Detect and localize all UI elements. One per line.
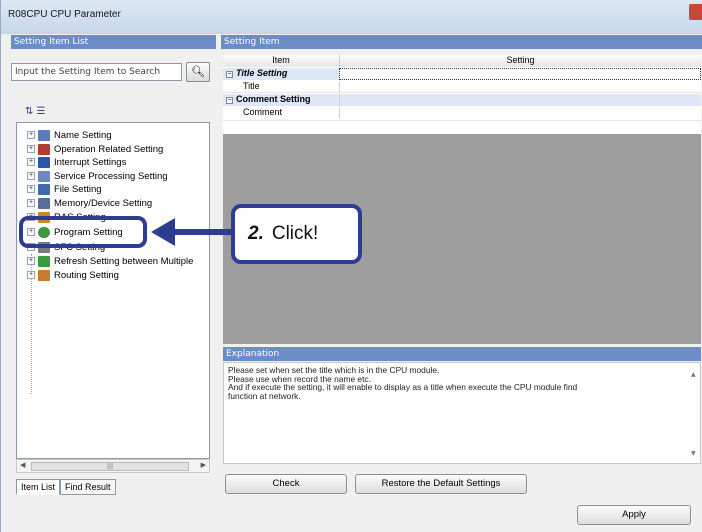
tab-find-result[interactable]: Find Result bbox=[60, 479, 116, 495]
restore-default-button[interactable]: Restore the Default Settings bbox=[355, 474, 527, 494]
setting-cell[interactable] bbox=[339, 107, 701, 119]
row-label: Comment Setting bbox=[236, 94, 311, 104]
tree-item-label: Operation Related Setting bbox=[54, 143, 164, 155]
tree-item-name-setting[interactable]: + Name Setting bbox=[27, 128, 112, 142]
tree-item-memory-device-setting[interactable]: + Memory/Device Setting bbox=[27, 196, 152, 210]
tree-item-label: Memory/Device Setting bbox=[54, 197, 153, 209]
tree-item-label: File Setting bbox=[54, 183, 102, 195]
left-tabs: Item List Find Result bbox=[16, 479, 116, 495]
apply-button[interactable]: Apply bbox=[577, 505, 691, 525]
tab-item-list[interactable]: Item List bbox=[16, 479, 61, 495]
tree-item-interrupt-settings[interactable]: + Interrupt Settings bbox=[27, 155, 126, 169]
row-label: Title Setting bbox=[236, 68, 288, 78]
interrupt-icon bbox=[38, 156, 50, 168]
explanation-header: Explanation bbox=[223, 347, 701, 361]
operation-icon bbox=[38, 143, 50, 155]
setting-cell[interactable] bbox=[339, 68, 701, 80]
setting-item-header: Setting Item bbox=[221, 35, 702, 49]
tree-item-routing-setting[interactable]: + Routing Setting bbox=[27, 268, 119, 282]
table-row-title-setting[interactable]: − Title Setting bbox=[223, 68, 701, 80]
explanation-text: Please set when set the title which is i… bbox=[223, 362, 701, 464]
table-header: Item Setting bbox=[223, 55, 701, 67]
expand-icon[interactable]: + bbox=[27, 271, 35, 279]
check-button[interactable]: Check bbox=[225, 474, 347, 494]
setting-item-tree: + Name Setting + Operation Related Setti… bbox=[16, 122, 210, 459]
column-item: Item bbox=[223, 55, 339, 67]
tree-item-label: Routing Setting bbox=[54, 269, 119, 281]
setting-cell[interactable] bbox=[339, 94, 701, 106]
horizontal-scrollbar[interactable]: ◀ ||| ▶ bbox=[16, 459, 210, 473]
binoculars-icon[interactable]: 🔍︎ bbox=[186, 62, 210, 82]
sort-icon[interactable]: ⇅ ☰ bbox=[25, 106, 46, 117]
window-title: R08CPU CPU Parameter bbox=[8, 9, 121, 20]
tree-item-label: Interrupt Settings bbox=[54, 156, 127, 168]
table-row-title[interactable]: Title bbox=[223, 81, 701, 93]
expand-icon[interactable]: + bbox=[27, 158, 35, 166]
highlight-box bbox=[19, 216, 147, 248]
callout-box: 2. Click! bbox=[231, 204, 362, 264]
title-bar: R08CPU CPU Parameter bbox=[1, 0, 702, 34]
service-icon bbox=[38, 170, 50, 182]
row-label: Comment bbox=[243, 107, 283, 117]
parameter-window: R08CPU CPU Parameter Setting Item List I… bbox=[0, 0, 702, 532]
arrow-icon bbox=[151, 218, 175, 246]
setting-cell[interactable] bbox=[339, 81, 701, 93]
expand-icon[interactable]: + bbox=[27, 145, 35, 153]
collapse-icon[interactable]: − bbox=[226, 71, 233, 78]
tree-item-service-processing-setting[interactable]: + Service Processing Setting bbox=[27, 169, 168, 183]
close-icon[interactable] bbox=[689, 4, 702, 20]
tree-item-label: Name Setting bbox=[54, 129, 112, 141]
explanation-line: function at network. bbox=[228, 391, 301, 402]
expand-icon[interactable]: + bbox=[27, 172, 35, 180]
routing-icon bbox=[38, 269, 50, 281]
expand-icon[interactable]: + bbox=[27, 257, 35, 265]
tree-item-refresh-setting[interactable]: + Refresh Setting between Multiple bbox=[27, 254, 193, 268]
memory-icon bbox=[38, 197, 50, 209]
expand-icon[interactable]: + bbox=[27, 199, 35, 207]
name-icon bbox=[38, 129, 50, 141]
file-icon bbox=[38, 183, 50, 195]
tree-item-label: Refresh Setting between Multiple bbox=[54, 255, 194, 267]
settings-table: Item Setting − Title Setting Title − Comme… bbox=[223, 55, 701, 134]
search-input[interactable]: Input the Setting Item to Search bbox=[11, 63, 182, 81]
scroll-thumb[interactable]: ||| bbox=[31, 462, 189, 471]
column-setting: Setting bbox=[339, 55, 701, 67]
refresh-icon bbox=[38, 255, 50, 267]
row-label-cell: − Comment Setting bbox=[223, 94, 339, 106]
scroll-right-icon[interactable]: ▶ bbox=[201, 461, 206, 469]
callout-step: 2. bbox=[248, 223, 264, 244]
scroll-down-icon[interactable]: ▼ bbox=[691, 450, 696, 457]
tree-item-label: Service Processing Setting bbox=[54, 170, 168, 182]
expand-icon[interactable]: + bbox=[27, 131, 35, 139]
setting-item-list-header: Setting Item List bbox=[11, 35, 216, 49]
scroll-up-icon[interactable]: ▲ bbox=[691, 371, 696, 378]
tree-item-operation-related-setting[interactable]: + Operation Related Setting bbox=[27, 142, 163, 156]
callout-text: Click! bbox=[271, 223, 319, 244]
table-row-comment[interactable]: Comment bbox=[223, 107, 701, 121]
table-row-comment-setting[interactable]: − Comment Setting bbox=[223, 94, 701, 106]
row-label: Title bbox=[243, 81, 260, 91]
row-label-cell: − Title Setting bbox=[223, 68, 339, 80]
expand-icon[interactable]: + bbox=[27, 185, 35, 193]
tree-item-file-setting[interactable]: + File Setting bbox=[27, 182, 102, 196]
collapse-icon[interactable]: − bbox=[226, 97, 233, 104]
scroll-left-icon[interactable]: ◀ bbox=[20, 461, 25, 469]
